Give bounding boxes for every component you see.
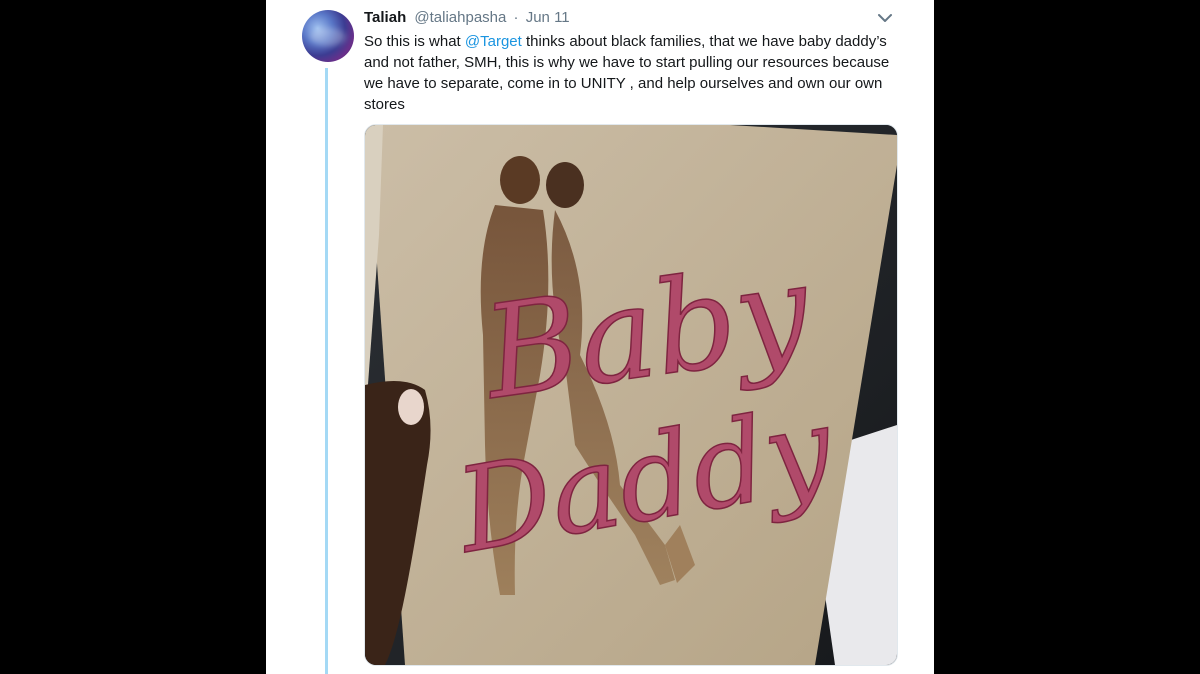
avatar[interactable] xyxy=(302,10,354,62)
fingernail xyxy=(398,389,424,425)
tweet-date[interactable]: Jun 11 xyxy=(526,9,570,26)
tweet-header: Taliah @taliahpasha · Jun 11 xyxy=(364,9,570,26)
thread-line xyxy=(325,68,328,674)
author-handle[interactable]: @taliahpasha xyxy=(414,9,506,26)
header-separator: · xyxy=(513,9,519,26)
chevron-down-icon[interactable] xyxy=(876,11,894,25)
tweet-panel: Taliah @taliahpasha · Jun 11 So this is … xyxy=(266,0,934,674)
tweet-media[interactable]: Baby Daddy xyxy=(364,124,898,666)
card-photo: Baby Daddy xyxy=(365,125,897,665)
tweet-text: So this is what @Target thinks about bla… xyxy=(364,31,904,115)
tweet-text-start: So this is what xyxy=(364,33,465,50)
author-name[interactable]: Taliah xyxy=(364,9,406,26)
mention-link[interactable]: @Target xyxy=(465,33,522,50)
